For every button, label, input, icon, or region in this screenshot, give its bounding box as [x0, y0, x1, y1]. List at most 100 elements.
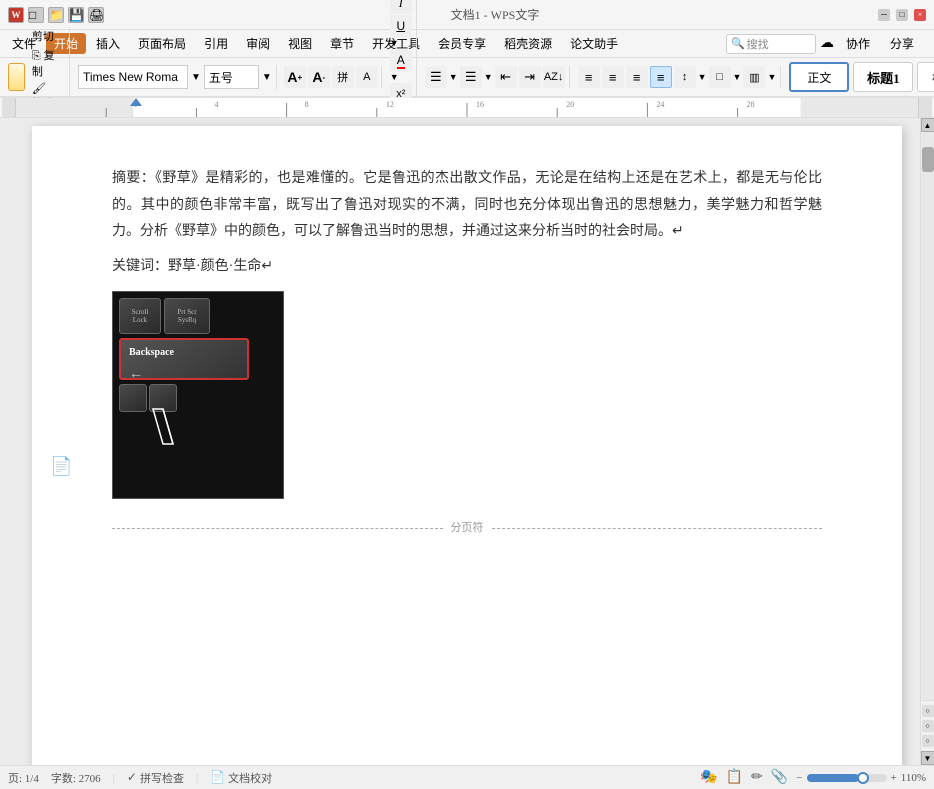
print-icon[interactable]: 🖨 [88, 7, 104, 23]
spellcheck-status[interactable]: ✓ 拼写检查 [127, 770, 184, 786]
font-size-dropdown-icon[interactable]: ▼ [262, 72, 272, 83]
word-count: 字数: 2706 [51, 770, 101, 786]
grow-font-btn[interactable]: A+ [284, 66, 306, 88]
page-break-line-right [492, 528, 823, 529]
menu-collab[interactable]: 协作 [838, 33, 878, 54]
underline-btn[interactable]: U [390, 15, 412, 37]
menu-bar: 文件 开始 插入 页面布局 引用 审阅 视图 章节 开发工具 会员专享 稻壳资源… [0, 30, 934, 58]
svg-text:16: 16 [476, 100, 484, 109]
menu-paper[interactable]: 论文助手 [562, 33, 626, 54]
bullet-list-btn[interactable]: ☰ [425, 66, 447, 88]
sort-btn[interactable]: AZ↓ [543, 66, 565, 88]
italic-btn[interactable]: I [390, 0, 412, 14]
document-content: 摘要：《野草》是精彩的，也是难懂的。它是鲁迅的杰出散文作品，无论是在结构上还是在… [112, 166, 822, 539]
cut-btn[interactable]: 剪切 [28, 27, 61, 45]
scroll-down-btn[interactable]: ▼ [921, 751, 934, 765]
left-margin [0, 118, 14, 765]
status-bar-right: 🎭 📋 ✏ 📎 − + 110% [700, 769, 926, 786]
align-left-btn[interactable]: ≡ [578, 66, 600, 88]
keyword-label: 关键词： [112, 259, 168, 274]
key-prtsc: Prt ScrSysRq [164, 298, 210, 334]
zoom-out-btn[interactable]: − [796, 772, 802, 784]
wps-icon: W [8, 7, 24, 23]
scroll-track[interactable] [921, 132, 934, 700]
number-list-btn[interactable]: ☰ [460, 66, 482, 88]
borders-btn[interactable]: □ [709, 66, 731, 88]
abstract-text[interactable]: 《野草》是精彩的，也是难懂的。它是鲁迅的杰出散文作品，无论是在结构上还是在艺术上… [112, 171, 822, 239]
justify-btn[interactable]: ≡ [650, 66, 672, 88]
paragraph-group-align: ≡ ≡ ≡ ≡ ↕ ▼ □ ▼ ▥ ▼ [574, 66, 782, 88]
new-doc-icon[interactable]: □ [28, 7, 44, 23]
increase-indent-btn[interactable]: ⇥ [519, 66, 541, 88]
side-icon-2[interactable]: ○ [922, 720, 934, 732]
font-name-dropdown-icon[interactable]: ▼ [191, 72, 201, 83]
font-color-btn[interactable]: A [390, 49, 412, 71]
svg-text:12: 12 [386, 100, 394, 109]
document-page[interactable]: 📄 摘要：《野草》是精彩的，也是难懂的。它是鲁迅的杰出散文作品，无论是在结构上还… [32, 126, 902, 765]
style-heading2[interactable]: 标题2 [917, 62, 934, 92]
bullet-dropdown-icon[interactable]: ▼ [449, 72, 458, 82]
page-info: 页: 1/4 [8, 770, 39, 786]
style-thumbnails: 正文 标题1 标题2 [785, 60, 934, 94]
align-right-btn[interactable]: ≡ [626, 66, 648, 88]
pinyin-btn[interactable]: 拼 [332, 66, 354, 88]
menu-review[interactable]: 审阅 [238, 33, 278, 54]
keyboard-image: ScrollLock Prt ScrSysRq Backspace ← [112, 291, 284, 499]
keyword-paragraph: 关键词：野草·颜色·生命↵ [112, 254, 822, 279]
zoom-in-btn[interactable]: + [891, 772, 897, 784]
maximize-btn[interactable]: □ [896, 9, 908, 21]
style-normal[interactable]: 正文 [789, 62, 849, 92]
font-color-dropdown-icon[interactable]: ▼ [390, 72, 399, 82]
paste-btn[interactable] [8, 63, 25, 91]
menu-shell[interactable]: 稻壳资源 [496, 33, 560, 54]
scroll-up-btn[interactable]: ▲ [921, 118, 934, 132]
menu-reference[interactable]: 引用 [196, 33, 236, 54]
menu-insert[interactable]: 插入 [88, 33, 128, 54]
search-box[interactable]: 🔍 搜找 [726, 34, 816, 54]
doc-check-status[interactable]: 📄 文档校对 [210, 770, 272, 786]
shrink-font-btn[interactable]: A- [308, 66, 330, 88]
close-btn[interactable]: × [914, 9, 926, 21]
shading-btn[interactable]: ▥ [743, 66, 765, 88]
menu-share[interactable]: 分享 [882, 33, 922, 54]
char-border-btn[interactable]: A [356, 66, 378, 88]
status-icon-4: 📎 [771, 769, 788, 786]
abstract-paragraph: 摘要：《野草》是精彩的，也是难懂的。它是鲁迅的杰出散文作品，无论是在结构上还是在… [112, 166, 822, 246]
font-size-input[interactable] [204, 65, 259, 89]
svg-text:4: 4 [214, 100, 218, 109]
abstract-label: 摘要： [112, 171, 155, 186]
num-dropdown-icon[interactable]: ▼ [484, 72, 493, 82]
side-icon-1[interactable]: ○ [922, 705, 934, 717]
decrease-indent-btn[interactable]: ⇤ [495, 66, 517, 88]
style-heading1[interactable]: 标题1 [853, 62, 913, 92]
borders-dropdown-icon[interactable]: ▼ [733, 72, 742, 82]
toolbar-container: 剪切 ⎘ 复制 🖌 格式刷 ▼ ▼ A+ A- 拼 A B I U ▼ [0, 58, 934, 98]
keywords-text[interactable]: 野草·颜色·生命↵ [168, 259, 273, 274]
menu-chapter[interactable]: 章节 [322, 33, 362, 54]
copy-btn[interactable]: ⎘ 复制 [28, 46, 61, 80]
scroll-thumb[interactable] [922, 147, 934, 172]
save-icon[interactable]: 💾 [68, 7, 84, 23]
svg-text:24: 24 [656, 100, 664, 109]
side-note-icon[interactable]: 📄 [50, 450, 72, 482]
minimize-btn[interactable]: ─ [878, 9, 890, 21]
font-name-input[interactable] [78, 65, 188, 89]
menu-layout[interactable]: 页面布局 [130, 33, 194, 54]
menu-member[interactable]: 会员专享 [430, 33, 494, 54]
center-btn[interactable]: ≡ [602, 66, 624, 88]
zoom-slider[interactable] [807, 774, 887, 782]
line-spacing-btn[interactable]: ↕ [674, 66, 696, 88]
zoom-thumb[interactable] [857, 772, 869, 784]
menu-view[interactable]: 视图 [280, 33, 320, 54]
spellcheck-icon: ✓ [127, 770, 137, 785]
side-icon-3[interactable]: ○ [922, 735, 934, 747]
search-placeholder: 搜找 [747, 36, 769, 52]
status-icon-2: 📋 [726, 769, 743, 786]
page-break-label: 分页符 [443, 519, 492, 539]
open-icon[interactable]: 📁 [48, 7, 64, 23]
underline-dropdown-icon[interactable]: ▼ [390, 38, 399, 48]
line-spacing-dropdown-icon[interactable]: ▼ [698, 72, 707, 82]
vertical-scrollbar[interactable]: ▲ ○ ○ ○ ▼ [920, 118, 934, 765]
ruler-inner[interactable]: 0 4 8 12 16 20 24 28 [16, 98, 918, 117]
shading-dropdown-icon[interactable]: ▼ [767, 72, 776, 82]
